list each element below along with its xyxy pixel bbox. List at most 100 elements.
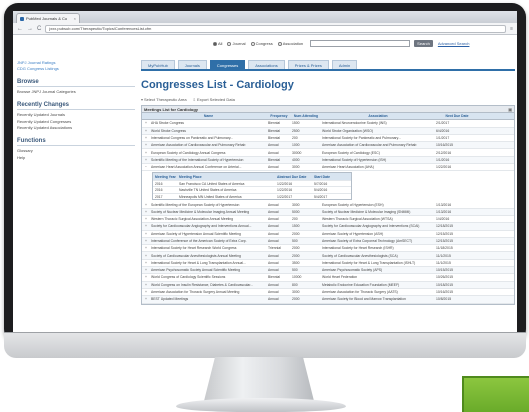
column-header[interactable]: Frequency	[268, 114, 290, 118]
expand-toggle-icon[interactable]: +	[143, 246, 149, 250]
grid-cell: Annual	[268, 297, 279, 302]
expand-toggle-icon[interactable]: +	[143, 275, 149, 279]
sidebar-item-recent-journals[interactable]: Recently Updated Journals	[17, 112, 135, 117]
menu-icon[interactable]: ≡	[510, 26, 513, 32]
address-bar[interactable]: jxxx.pubsub.com/Therapeutic/Topics/Confe…	[45, 24, 507, 33]
expand-toggle-icon[interactable]: +	[143, 121, 149, 125]
expand-toggle-icon[interactable]: +	[143, 143, 149, 147]
table-row[interactable]: + Society of Cardiovascular Anesthesiolog…	[142, 252, 514, 260]
search-button[interactable]: Search	[414, 40, 433, 47]
search-input[interactable]	[310, 40, 411, 47]
column-header[interactable]: Name	[151, 114, 266, 118]
tab-mypubhub[interactable]: MyPubHub	[141, 60, 175, 69]
table-row[interactable]: + American Psychosomatic Society Annual S…	[142, 267, 514, 275]
back-arrow-icon[interactable]: ←	[17, 26, 23, 32]
table-row[interactable]: + International Society for Heart & Lung …	[142, 260, 514, 268]
search-option-congress[interactable]: Congress	[250, 41, 273, 46]
select-therapeutic-area-link[interactable]: ▾ Select Therapeutic Area	[141, 97, 187, 102]
table-row[interactable]: + Society for Cardiovascular Angiography …	[142, 223, 514, 231]
table-row[interactable]: + BEST Updated Meetings Annual 2000 American…	[142, 296, 514, 304]
sidebar-item-recent-congresses[interactable]: Recently Updated Congresses	[17, 119, 135, 124]
monitor-stand	[204, 357, 314, 401]
search-option-journal[interactable]: Journal	[227, 41, 246, 46]
grid-cell: American Heart Association (AHA)	[322, 165, 374, 170]
reload-icon[interactable]: C	[37, 26, 41, 32]
column-header[interactable]: Association	[322, 114, 434, 118]
grid-cell: 1500	[292, 121, 300, 126]
table-row[interactable]: + Society of Nuclear Medicine & Molecular…	[142, 208, 514, 216]
expand-toggle-icon[interactable]: +	[143, 151, 149, 155]
expand-toggle-icon[interactable]: +	[143, 297, 149, 301]
table-row[interactable]: + Scientific Meeting of the International…	[142, 156, 514, 165]
table-row[interactable]: + AHA Stroke Congress Biennial 1500 Internat…	[142, 120, 514, 128]
table-row[interactable]: − American Heart Association Annual Confe…	[142, 164, 514, 172]
expand-toggle-icon[interactable]: +	[143, 158, 149, 162]
tab-associations[interactable]: Associations	[248, 60, 285, 69]
forward-arrow-icon[interactable]: →	[27, 26, 33, 32]
export-data-link[interactable]: ⇩ Export Selected Data	[193, 97, 235, 102]
expand-toggle-icon[interactable]: +	[143, 283, 149, 287]
expand-toggle-icon[interactable]: +	[143, 136, 149, 140]
table-row[interactable]: + Western Thoracic Surgical Association A…	[142, 216, 514, 224]
table-row[interactable]: + American Association of Cardiovascular …	[142, 142, 514, 150]
expand-toggle-icon[interactable]: +	[143, 232, 149, 236]
browser-tab-title: PubMed Journals & Co	[26, 16, 68, 21]
tab-journals[interactable]: Journals	[177, 60, 207, 69]
expand-toggle-icon[interactable]: +	[143, 254, 149, 258]
browser-tab[interactable]: PubMed Journals & Co ×	[16, 13, 80, 23]
search-option-association[interactable]: Association	[277, 41, 303, 46]
expand-toggle-icon[interactable]: −	[143, 165, 149, 169]
subgrid-row[interactable]: 2017 Minneapolis MN United States of Amer…	[153, 192, 351, 200]
expand-toggle-icon[interactable]: +	[143, 239, 149, 243]
expand-toggle-icon[interactable]: +	[143, 261, 149, 265]
sidebar-item-glossary[interactable]: Glossary	[17, 148, 135, 153]
advanced-search-link[interactable]: Advanced Search	[438, 41, 470, 46]
subgrid-row[interactable]: 2016 Nashville TN United States of Americ…	[153, 186, 351, 193]
grid-cell: American Society of Hypertension Annual …	[151, 231, 241, 236]
expand-toggle-icon[interactable]: +	[143, 217, 149, 221]
sidebar-logo-line[interactable]: JNPJ Journal Ratings	[17, 60, 135, 65]
subgrid-cell: 1/22/2016	[277, 181, 293, 186]
grid-cell: Annual	[268, 290, 279, 295]
table-row[interactable]: + International Conference of the America…	[142, 237, 514, 246]
grid-cell: International Society for Pankreatic and…	[322, 136, 401, 141]
table-row[interactable]: + World Congress of Cardiology Scientific…	[142, 274, 514, 282]
grid-cell: Biennial	[268, 121, 281, 126]
sidebar-item-recent-associations[interactable]: Recently Updated Associations	[17, 125, 135, 130]
expand-toggle-icon[interactable]: +	[143, 210, 149, 214]
table-row[interactable]: + International Congress on Pankreatic an…	[142, 135, 514, 143]
grid-cell: 2/1/2017	[436, 121, 450, 126]
close-icon[interactable]: ×	[74, 16, 76, 21]
subgrid-cell: 5/7/2016	[314, 181, 328, 186]
expand-toggle-icon[interactable]: +	[143, 224, 149, 228]
table-row[interactable]: + European Society of Cardiology Annual C…	[142, 149, 514, 157]
table-row[interactable]: + Scientific Meeting of the European Soci…	[142, 201, 514, 209]
tab-prizes[interactable]: Prizes & Prizes	[287, 60, 329, 69]
tab-admin[interactable]: Admin	[331, 60, 358, 69]
expand-toggle-icon[interactable]: +	[143, 290, 149, 294]
table-row[interactable]: + International Society for Heart Researc…	[142, 245, 514, 253]
collapse-icon[interactable]: ▣	[508, 107, 512, 112]
table-row[interactable]: + American Association for Thoracic Surge…	[142, 289, 514, 297]
subgrid-row[interactable]: 2016 San Francisco CA United States of Am…	[153, 179, 351, 187]
table-row[interactable]: + World Stroke Congress Biennial 2500 World …	[142, 127, 514, 135]
grid-cell: Scientific Meeting of the International …	[151, 157, 244, 162]
address-bar-url: jxxx.pubsub.com/Therapeutic/Topics/Confe…	[49, 26, 152, 31]
sidebar-item-browse-categories[interactable]: Browse JNPJ Journal Categories	[17, 89, 135, 94]
action-label: Select Therapeutic Area	[144, 97, 187, 102]
expand-toggle-icon[interactable]: +	[143, 129, 149, 133]
expand-toggle-icon[interactable]: +	[143, 268, 149, 272]
table-row[interactable]: + American Society of Hypertension Annual…	[142, 231, 514, 238]
grid-cell: Scientific Meeting of the European Socie…	[151, 202, 240, 207]
column-header[interactable]: Next Due Date	[436, 114, 478, 118]
expand-toggle-icon[interactable]: +	[143, 203, 149, 207]
table-row[interactable]: + World Congress on Insulin Resistance, D…	[142, 281, 514, 289]
tab-congresses[interactable]: Congresses	[209, 60, 246, 69]
subgrid-column-header: Meeting Year	[155, 174, 176, 179]
main-content: MyPubHub Journals Congresses Association…	[141, 60, 515, 305]
sidebar-item-help[interactable]: Help	[17, 155, 135, 160]
grid-cell: 10/18/2015	[436, 282, 453, 287]
column-header[interactable]: Num Attending	[292, 114, 320, 118]
sidebar-logo-line[interactable]: CDG Congress Listings	[17, 66, 135, 71]
search-option-all[interactable]: All	[213, 41, 222, 46]
